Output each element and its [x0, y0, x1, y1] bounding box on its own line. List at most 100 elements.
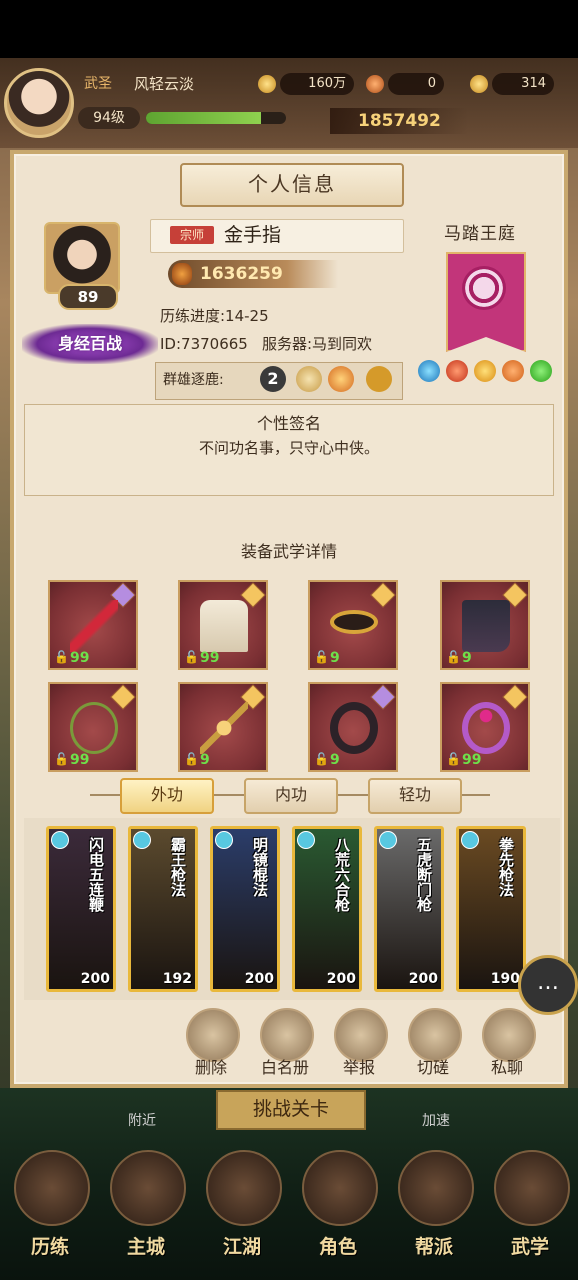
skill-level: 200	[80, 971, 110, 987]
lock-icon: 🔓	[314, 752, 329, 766]
equip-grade: 9	[462, 650, 472, 666]
weapon-icon	[70, 600, 118, 652]
gem-green-icon	[530, 360, 552, 382]
skill-quality-icon	[379, 831, 397, 849]
martial-arts-icon	[494, 1150, 570, 1226]
nav-martial-arts[interactable]: 武学	[482, 1140, 578, 1270]
whitelist-button[interactable]: 白名册	[250, 1054, 320, 1078]
skill-card[interactable]: 八荒六合枪 200	[292, 826, 362, 992]
delete-button[interactable]: 删除	[176, 1054, 246, 1078]
power-icon	[172, 263, 192, 285]
skill-card[interactable]: 五虎断门枪 200	[374, 826, 444, 992]
skill-quality-icon	[133, 831, 151, 849]
duel-button[interactable]: 切磋	[398, 1054, 468, 1078]
equip-grade: 9	[330, 752, 340, 768]
player-power: 1636259	[200, 264, 283, 284]
skill-name: 明镜棍法	[251, 837, 269, 897]
tab-internal[interactable]: 内功	[244, 778, 338, 814]
skill-quality-icon	[297, 831, 315, 849]
skill-quality-icon	[215, 831, 233, 849]
robe-icon	[200, 600, 248, 652]
skill-quality-icon	[461, 831, 479, 849]
jianghu-icon	[206, 1150, 282, 1226]
tab-movement[interactable]: 轻功	[368, 778, 462, 814]
coin-count: 160万	[280, 73, 354, 95]
equip-slot-belt[interactable]: 🔓 9	[308, 580, 398, 670]
equip-grade: 99	[70, 752, 90, 768]
rank-badge: 身经百战	[22, 324, 158, 364]
equip-grade: 99	[200, 650, 220, 666]
skill-level: 200	[326, 971, 356, 987]
ingot-icon	[366, 75, 384, 93]
nav-guild[interactable]: 帮派	[386, 1140, 482, 1270]
tab-external[interactable]: 外功	[120, 778, 214, 814]
skill-card[interactable]: 霸王枪法 192	[128, 826, 198, 992]
skill-card[interactable]: 拳先枪法 190	[456, 826, 526, 992]
ring-icon	[462, 702, 510, 754]
arena-label: 群雄逐鹿:	[163, 372, 224, 388]
quality-star-icon	[502, 684, 528, 710]
boots-icon	[462, 600, 510, 652]
skill-card[interactable]: 闪电五连鞭 200	[46, 826, 116, 992]
crossed-swords-icon	[296, 366, 322, 392]
skill-level: 200	[408, 971, 438, 987]
challenge-stage-button[interactable]: 挑战关卡	[216, 1090, 366, 1130]
player-avatar[interactable]	[4, 68, 74, 138]
report-button[interactable]: 举报	[324, 1054, 394, 1078]
nav-training[interactable]: 历练	[2, 1140, 98, 1270]
equip-grade: 99	[70, 650, 90, 666]
title-tag: 武圣	[84, 76, 112, 92]
search-icon[interactable]	[366, 366, 392, 392]
nav-jianghu[interactable]: 江湖	[194, 1140, 290, 1270]
equip-grade: 9	[200, 752, 210, 768]
player-level-badge: 89	[58, 284, 118, 310]
guild-name: 马踏王庭	[444, 224, 516, 244]
panel-title: 个人信息	[180, 163, 404, 207]
training-progress: 历练进度:14-25	[160, 307, 269, 325]
battle-icon	[328, 366, 354, 392]
exp-bar	[146, 112, 286, 124]
gem-gold-icon	[474, 360, 496, 382]
equip-slot-necklace[interactable]: 🔓 99	[48, 682, 138, 772]
character-icon	[302, 1150, 378, 1226]
equip-slot-robe[interactable]: 🔓 99	[178, 580, 268, 670]
speed-up-button[interactable]: 加速	[406, 1110, 466, 1130]
quality-star-icon	[110, 684, 136, 710]
nav-character[interactable]: 角色	[290, 1140, 386, 1270]
skill-card[interactable]: 明镜棍法 200	[210, 826, 280, 992]
city-icon	[110, 1150, 186, 1226]
skill-name: 闪电五连鞭	[87, 837, 105, 912]
belt-icon	[330, 610, 378, 634]
lock-icon: 🔓	[446, 650, 461, 664]
guild-emblem-icon	[462, 266, 506, 310]
equip-slot-weapon[interactable]: 🔓 99	[48, 580, 138, 670]
arena-rank-icon: 2	[260, 366, 286, 392]
training-icon	[14, 1150, 90, 1226]
chat-bubble-icon[interactable]: …	[518, 955, 578, 1015]
private-chat-button[interactable]: 私聊	[472, 1054, 542, 1078]
equip-slot-boots[interactable]: 🔓 9	[440, 580, 530, 670]
lock-icon: 🔓	[54, 650, 69, 664]
ingot-count: 0	[388, 73, 444, 95]
quality-star-icon	[370, 582, 396, 608]
nearby-button[interactable]: 附近	[112, 1110, 172, 1130]
skill-level: 192	[162, 971, 192, 987]
nickname: 风轻云淡	[134, 75, 195, 93]
skill-level: 190	[490, 971, 520, 987]
quality-star-icon	[370, 684, 396, 710]
skill-name: 八荒六合枪	[333, 837, 351, 912]
equip-slot-bracelet[interactable]: 🔓 9	[308, 682, 398, 772]
lock-icon: 🔓	[446, 752, 461, 766]
skill-level: 200	[244, 971, 274, 987]
player-id: ID:7370665	[160, 335, 248, 353]
guild-icon	[398, 1150, 474, 1226]
equip-slot-ring[interactable]: 🔓 99	[440, 682, 530, 772]
signature-title: 个性签名	[256, 414, 321, 433]
equip-slot-hairpin[interactable]: 🔓 9	[178, 682, 268, 772]
equip-grade: 99	[462, 752, 482, 768]
gem-red-icon	[446, 360, 468, 382]
nav-main-city[interactable]: 主城	[98, 1140, 194, 1270]
gem-blue-icon	[418, 360, 440, 382]
server-name: 服务器:马到同欢	[262, 335, 373, 353]
equipment-title: 装备武学详情	[240, 542, 337, 561]
